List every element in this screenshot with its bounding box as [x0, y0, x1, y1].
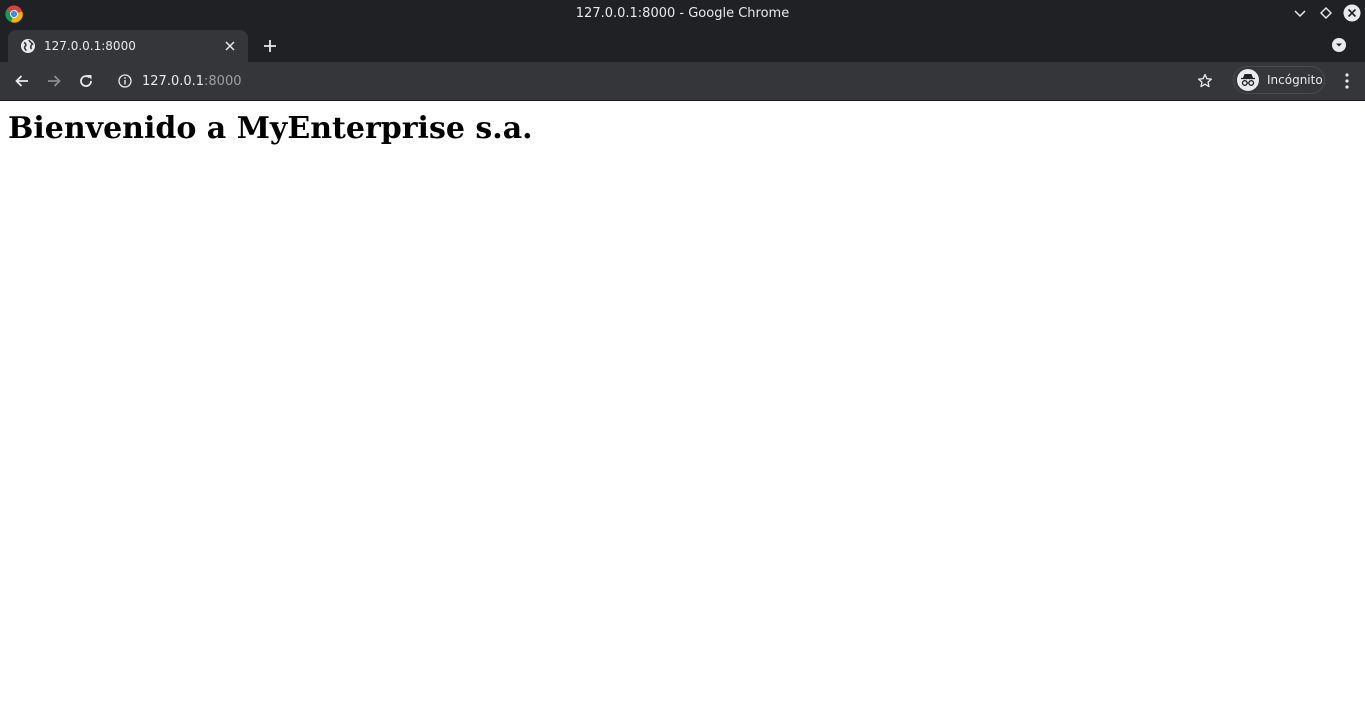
info-icon[interactable] [118, 74, 132, 88]
profile-label: Incógnito [1267, 73, 1323, 87]
page-heading: Bienvenido a MyEnterprise s.a. [8, 111, 533, 146]
url-host: 127.0.0.1 [142, 73, 205, 89]
tab-close-button[interactable] [222, 38, 238, 54]
page-content: Bienvenido a MyEnterprise s.a. [0, 101, 1365, 155]
arrow-right-icon [48, 75, 61, 87]
globe-icon [21, 39, 35, 53]
reload-button[interactable] [70, 65, 102, 97]
back-button[interactable] [6, 65, 38, 97]
window-title: 127.0.0.1:8000 - Google Chrome [575, 6, 790, 21]
url-port: :8000 [204, 73, 242, 89]
incognito-profile-button[interactable]: Incógnito [1233, 66, 1325, 94]
kebab-menu-icon [1345, 73, 1349, 89]
minimize-button[interactable] [1291, 4, 1309, 22]
reload-icon [80, 75, 92, 87]
diamond-icon [1320, 7, 1332, 19]
maximize-button[interactable] [1317, 4, 1335, 22]
new-tab-button[interactable] [260, 36, 280, 56]
chevron-down-icon [1294, 10, 1306, 18]
close-window-button[interactable] [1343, 4, 1361, 22]
bookmark-star-icon[interactable] [1197, 73, 1213, 89]
close-icon [1343, 4, 1361, 22]
browser-toolbar: 127.0.0.1:8000 Incógnito [0, 62, 1365, 101]
arrow-left-icon [15, 75, 28, 87]
address-bar[interactable]: 127.0.0.1:8000 [108, 66, 1320, 96]
tab-search-icon[interactable] [1331, 37, 1347, 53]
tab-active[interactable]: 127.0.0.1:8000 [8, 30, 248, 62]
url-text[interactable]: 127.0.0.1:8000 [142, 74, 242, 89]
tab-title: 127.0.0.1:8000 [44, 39, 136, 53]
window-controls [1291, 4, 1361, 22]
window-titlebar: 127.0.0.1:8000 - Google Chrome [0, 0, 1365, 28]
close-icon [225, 41, 235, 51]
incognito-icon [1237, 69, 1259, 91]
browser-menu-button[interactable] [1339, 72, 1355, 90]
tab-strip: 127.0.0.1:8000 [0, 28, 1365, 62]
forward-button[interactable] [38, 65, 70, 97]
plus-icon [264, 40, 276, 52]
